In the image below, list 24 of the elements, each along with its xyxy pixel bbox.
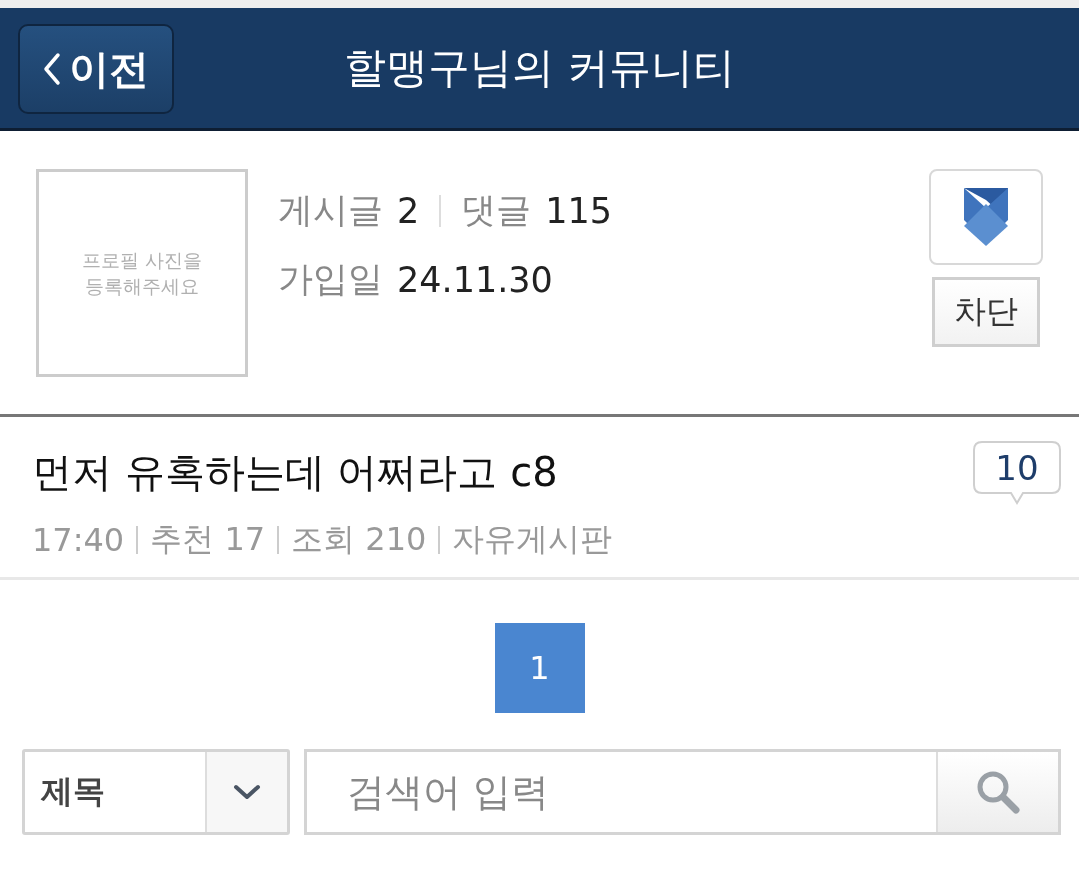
badge-button[interactable] bbox=[929, 169, 1043, 265]
shield-icon bbox=[961, 186, 1011, 248]
block-button[interactable]: 차단 bbox=[932, 277, 1040, 347]
search-field[interactable]: 검색어 입력 bbox=[304, 749, 1061, 835]
posts-count: 2 bbox=[397, 190, 420, 231]
back-button[interactable]: 이전 bbox=[18, 24, 174, 114]
post-time: 17:40 bbox=[32, 521, 125, 559]
comments-label: 댓글 bbox=[461, 189, 532, 232]
search-field-select[interactable]: 제목 bbox=[22, 749, 290, 835]
view-count: 조회 210 bbox=[291, 519, 427, 560]
joined-label: 가입일 bbox=[278, 258, 383, 301]
page-title: 할맹구님의 커뮤니티 bbox=[343, 42, 736, 94]
joined-date: 24.11.30 bbox=[397, 259, 553, 300]
chevron-left-icon bbox=[43, 52, 61, 86]
post-title[interactable]: 먼저 유혹하는데 어쩌라고 c8 bbox=[32, 445, 973, 500]
photo-placeholder-text: 프로필 사진을 등록해주세요 bbox=[81, 248, 202, 299]
comments-count: 115 bbox=[545, 190, 613, 231]
chevron-down-icon bbox=[232, 783, 262, 801]
search-button[interactable] bbox=[936, 752, 1058, 832]
page-button[interactable]: 1 bbox=[494, 623, 585, 713]
comment-count-bubble[interactable]: 10 bbox=[973, 441, 1061, 505]
posts-label: 게시글 bbox=[278, 189, 383, 232]
board-name: 자유게시판 bbox=[452, 519, 613, 560]
recommend-count: 추천 17 bbox=[150, 519, 266, 560]
